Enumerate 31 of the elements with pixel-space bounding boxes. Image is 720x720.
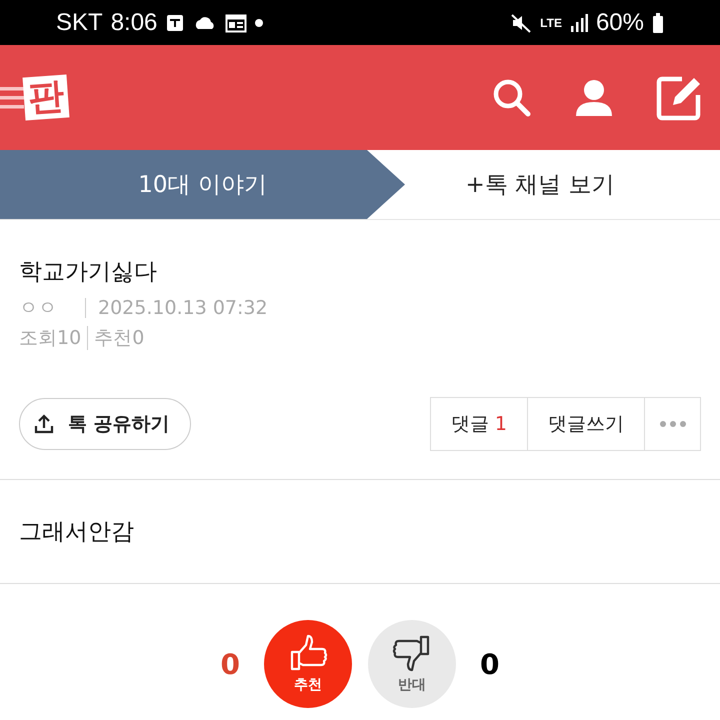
thumbs-down-icon <box>392 634 432 672</box>
user-icon[interactable] <box>574 78 614 118</box>
logo[interactable]: 판 <box>22 74 70 121</box>
tab[interactable]: 10대 이야기 <box>0 150 405 219</box>
app-notification-icon <box>165 12 186 32</box>
search-icon[interactable] <box>492 78 532 118</box>
carrier-text: SKT <box>56 8 103 36</box>
battery-text: 60% <box>596 8 644 36</box>
mute-icon <box>510 12 532 32</box>
more-icon <box>658 420 686 428</box>
network-text: LTE <box>540 16 562 30</box>
share-button[interactable]: 톡 공유하기 <box>19 398 191 450</box>
post-body: 그래서안감 <box>0 480 720 584</box>
thumbs-up-icon <box>288 634 328 672</box>
view-count: 조회10 <box>19 326 82 351</box>
battery-icon <box>652 12 664 32</box>
like-count: 추천0 <box>94 326 144 351</box>
post-title: 학교가기싫다 <box>19 258 158 287</box>
dot-icon <box>255 18 264 26</box>
signal-icon <box>570 14 588 32</box>
downvote-count: 0 <box>480 648 500 680</box>
calendar-icon <box>225 12 248 32</box>
upvote-button[interactable]: 추천 <box>264 620 352 708</box>
menu-icon[interactable] <box>0 84 24 110</box>
downvote-button[interactable]: 반대 <box>368 620 456 708</box>
post-date: 2025.10.13 07:32 <box>98 296 268 321</box>
share-icon <box>34 414 54 434</box>
upvote-count: 0 <box>220 648 240 680</box>
clock-text: 8:06 <box>110 8 158 36</box>
author-name: ㅇㅇ <box>19 296 57 321</box>
compose-icon[interactable] <box>656 74 702 120</box>
